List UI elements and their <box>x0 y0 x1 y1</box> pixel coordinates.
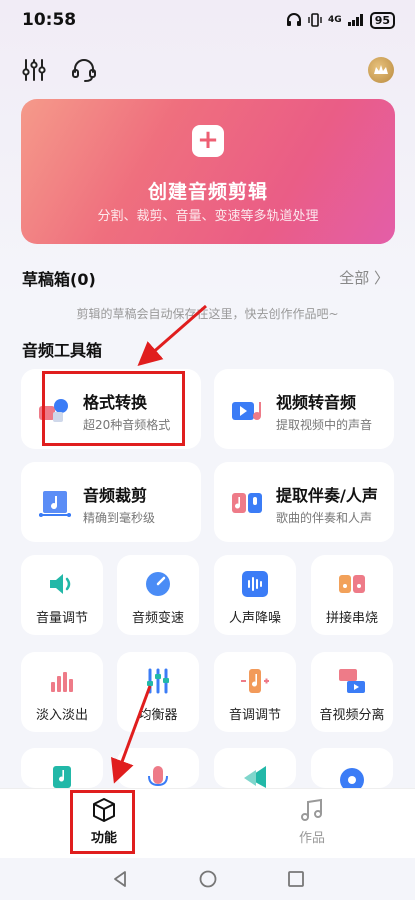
annotation-arrows <box>110 304 207 784</box>
annotation-arrow-2 <box>110 685 152 784</box>
annotation-arrow-1 <box>137 304 207 366</box>
